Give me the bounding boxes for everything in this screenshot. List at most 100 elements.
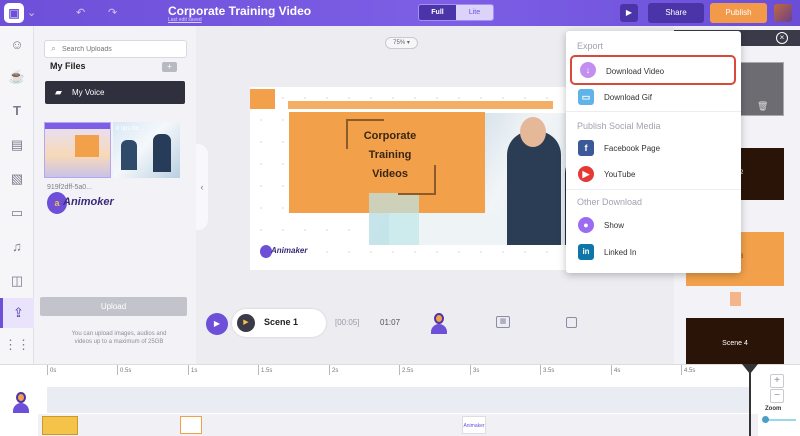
show-option[interactable]: ● Show [570,214,736,238]
scene-canvas[interactable]: Corporate Training Videos Animaker [250,87,609,270]
facebook-page-option[interactable]: f Facebook Page [570,137,736,161]
ruler-label: 0s [50,368,57,374]
redo-icon[interactable]: ↷ [108,6,117,20]
camera-effect-icon[interactable] [566,317,577,328]
zoom-in-button[interactable]: + [770,374,784,388]
zoom-slider[interactable] [766,419,796,421]
video-icon[interactable]: ▭ [0,198,34,228]
character-body [13,403,29,413]
image-icon[interactable]: ▧ [0,164,34,194]
character-body [431,324,447,334]
orange-square-shape[interactable] [250,89,275,109]
character-icon[interactable]: ☺ [0,30,34,60]
teal-accent-shape[interactable] [369,193,419,245]
gif-icon: ▭ [578,89,594,105]
ruler-label: 4s [614,368,621,374]
ruler-tick [258,365,259,375]
ruler-tick [188,365,189,375]
linkedin-option[interactable]: in Linked In [570,241,736,265]
scene-play-icon[interactable]: ▶ [237,314,255,332]
upload-thumbnail-1[interactable] [44,122,111,178]
canvas-animaker-logo[interactable]: Animaker [260,245,316,259]
orange-bar-shape[interactable] [288,101,553,109]
background-settings-icon[interactable]: ▦ [496,316,510,328]
youtube-option[interactable]: ▶ YouTube [570,163,736,187]
toggle-full[interactable]: Full [419,5,456,20]
timeline-track[interactable] [47,387,751,413]
canvas-heading[interactable]: Corporate Training Videos [346,127,434,184]
add-folder-button[interactable]: + [162,62,177,72]
toggle-lite[interactable]: Lite [456,5,493,20]
thumb-person [153,134,171,172]
ruler-tick [540,365,541,375]
text-icon[interactable]: T [0,96,34,126]
download-gif-option[interactable]: ▭ Download Gif [570,86,736,110]
scene-strip[interactable]: Animaker [38,414,758,436]
music-icon[interactable]: ♫ [0,232,34,262]
close-icon[interactable]: × [776,32,788,44]
ruler-label: 4.5s [684,368,696,374]
scene-transition-marker[interactable] [730,292,741,306]
show-icon: ● [578,217,594,233]
thumb-person [121,140,137,170]
effect-icon[interactable]: ◫ [0,266,34,296]
add-character-icon[interactable] [430,313,448,335]
timeline-character-icon[interactable] [12,392,30,414]
logo-text: Animaker [271,246,308,255]
upload-icon[interactable]: ⇪ [0,298,34,328]
timeline-ruler[interactable]: 0s 0.5s 1s 1.5s 2s 2.5s 3s 3.5s 4s 4.5s [47,365,757,377]
project-title[interactable]: Corporate Training Video [168,4,311,18]
zoom-label: Zoom [765,406,782,412]
ruler-label: 0.5s [120,368,132,374]
play-button[interactable]: ▶ [206,313,228,335]
undo-icon[interactable]: ↶ [76,6,85,20]
folder-my-voice[interactable]: ▰ My Voice [45,81,185,104]
chevron-down-icon[interactable]: ⌄ [27,6,36,20]
zoom-slider-handle[interactable] [762,416,769,423]
trash-icon[interactable]: 🗑 [757,101,768,112]
uploads-panel: ⌕ My Files + ▰ My Voice 8 tips for... 91… [34,26,196,364]
dropdown-category: Publish Social Media [577,121,661,131]
download-dropdown: Export ↓ Download Video ▭ Download Gif P… [566,31,741,273]
playhead[interactable] [749,366,751,436]
logo-text: Animoker [63,196,114,208]
zoom-out-button[interactable]: − [770,389,784,403]
canvas-zoom-select[interactable]: 75% ▾ [385,37,418,49]
scene-label: Scene 1 [264,317,299,327]
youtube-icon: ▶ [578,166,594,182]
heading-line: Training [368,149,412,161]
view-mode-toggle[interactable]: Full Lite [418,4,494,21]
animaker-logo-thumbnail[interactable]: a Animoker [44,190,114,216]
ruler-label: 3.5s [543,368,555,374]
search-input[interactable] [62,43,182,55]
collapse-panel-button[interactable]: ‹ [196,144,208,230]
upload-button[interactable]: Upload [40,297,187,316]
scene-thumbnail-4[interactable]: Scene 4 [686,318,784,364]
background-icon[interactable]: ▤ [0,130,34,160]
user-avatar[interactable] [774,4,792,22]
strip-scene-thumb[interactable] [42,416,78,435]
share-button[interactable]: Share [648,3,704,23]
scene-selector[interactable]: ▶ Scene 1 [232,309,326,337]
linkedin-icon: in [578,244,594,260]
more-icon[interactable]: ⋮⋮ [0,330,34,360]
preview-play-button[interactable]: ▶ [620,4,638,22]
ruler-tick [399,365,400,375]
download-video-option[interactable]: ↓ Download Video [570,55,736,85]
properties-icon[interactable]: ☕ [0,62,34,92]
publish-button[interactable]: Publish [710,3,767,23]
search-box[interactable]: ⌕ [44,40,187,58]
strip-scene-thumb[interactable] [180,416,202,434]
folder-icon: ▰ [55,87,62,97]
thumb-orange-box [75,135,99,157]
heading-line: Videos [372,168,408,180]
strip-scene-thumb[interactable]: Animaker [462,416,486,434]
scene-duration[interactable]: [00:05] [335,318,359,327]
search-icon: ⌕ [51,43,57,53]
ruler-tick [611,365,612,375]
ruler-label: 2s [332,368,339,374]
app-logo[interactable]: ▣ [4,3,24,23]
zoom-value: 75% [393,40,406,46]
ruler-label: 3s [473,368,480,374]
option-label: Facebook Page [604,144,661,153]
